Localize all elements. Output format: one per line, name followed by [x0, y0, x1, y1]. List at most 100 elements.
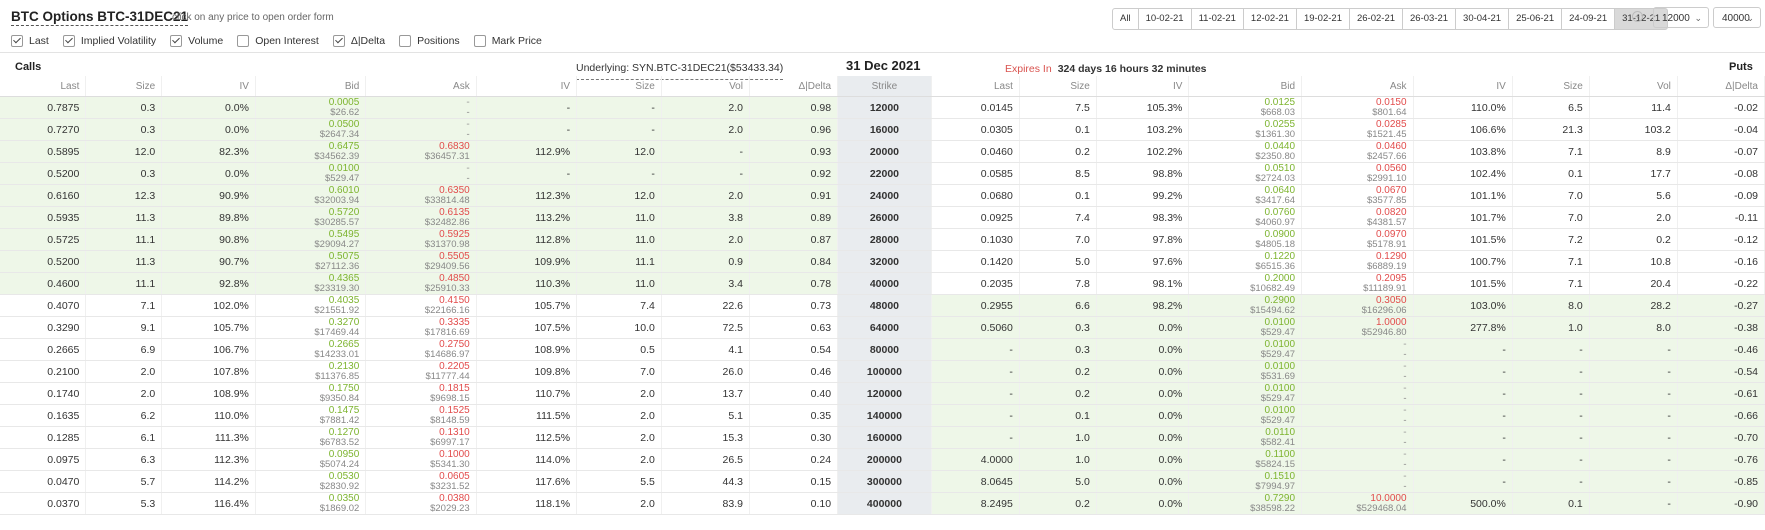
c-bid-cell[interactable]: 0.4035 $21551.92: [255, 294, 367, 317]
c-last-cell[interactable]: 0.2100: [0, 360, 87, 383]
expiry-date[interactable]: 31 Dec 2021: [846, 58, 921, 77]
p-bid-price[interactable]: 0.0100: [1189, 317, 1295, 328]
p-bid-cell[interactable]: 0.7290 $38598.22: [1188, 492, 1303, 515]
filter-positions[interactable]: Positions: [399, 35, 460, 47]
p-ask-price[interactable]: -: [1302, 427, 1406, 438]
c-bid-price[interactable]: 0.3270: [256, 317, 360, 328]
p-bid-price[interactable]: 0.0100: [1189, 383, 1295, 394]
c-bid-price[interactable]: 0.6010: [256, 185, 360, 196]
p-last-cell[interactable]: 4.0000: [931, 448, 1020, 471]
p-ask-price[interactable]: -: [1302, 405, 1406, 416]
c-bid-price[interactable]: 0.5495: [256, 229, 360, 240]
p-last-cell[interactable]: -: [931, 382, 1020, 405]
c-ask-price[interactable]: 0.0380: [366, 493, 470, 504]
p-ask-price[interactable]: 1.0000: [1302, 317, 1407, 328]
p-bid-cell[interactable]: 0.1100 $5824.15: [1188, 448, 1303, 471]
p-ask-cell[interactable]: 0.2095 $11189.91: [1301, 272, 1414, 295]
c-bid-price[interactable]: 0.0530: [256, 471, 360, 482]
c-ask-price[interactable]: 0.0605: [366, 471, 470, 482]
p-ask-price[interactable]: 10.0000: [1302, 493, 1406, 504]
c-last-cell[interactable]: 0.4600: [0, 272, 87, 295]
p-ask-cell[interactable]: 0.0820 $4381.57: [1301, 206, 1414, 229]
c-last-cell[interactable]: 0.3290: [0, 316, 87, 339]
p-ask-cell[interactable]: --: [1301, 448, 1414, 471]
c-ask-cell[interactable]: 0.4150 $22166.16: [365, 294, 477, 317]
p-bid-cell[interactable]: 0.0100 $531.69: [1188, 360, 1303, 383]
filter-delta[interactable]: Δ|Delta: [332, 35, 385, 47]
p-last-cell[interactable]: 0.0305: [931, 118, 1020, 141]
p-ask-cell[interactable]: --: [1301, 404, 1414, 427]
c-bid-price[interactable]: 0.2130: [256, 361, 360, 372]
c-ask-price[interactable]: 0.6830: [366, 141, 470, 152]
c-last-cell[interactable]: 0.1740: [0, 382, 87, 405]
p-bid-price[interactable]: 0.0110: [1189, 427, 1295, 438]
p-ask-price[interactable]: -: [1302, 471, 1406, 482]
p-ask-price[interactable]: -: [1302, 449, 1406, 460]
c-last-cell[interactable]: 0.7270: [0, 118, 87, 141]
c-ask-price[interactable]: -: [366, 119, 469, 130]
p-bid-cell[interactable]: 0.0640 $3417.64: [1188, 184, 1303, 207]
p-bid-cell[interactable]: 0.0110 $582.41: [1188, 426, 1303, 449]
checkbox-icon[interactable]: [11, 35, 23, 47]
c-ask-price[interactable]: 0.5505: [366, 251, 470, 262]
p-bid-price[interactable]: 0.7290: [1189, 493, 1295, 504]
p-ask-price[interactable]: 0.3050: [1302, 295, 1407, 306]
tab-expiry-30-04-21[interactable]: 30-04-21: [1455, 8, 1510, 30]
p-bid-price[interactable]: 0.0100: [1189, 405, 1295, 416]
p-ask-cell[interactable]: 0.0970 $5178.91: [1301, 228, 1414, 251]
p-ask-price[interactable]: 0.0150: [1302, 97, 1407, 108]
c-bid-price[interactable]: 0.1270: [256, 427, 360, 438]
c-bid-cell[interactable]: 0.1750 $9350.84: [255, 382, 367, 405]
c-last-cell[interactable]: 0.7875: [0, 96, 87, 119]
c-last-cell[interactable]: 0.6160: [0, 184, 87, 207]
p-last-cell[interactable]: 0.5060: [931, 316, 1020, 339]
p-last-cell[interactable]: -: [931, 360, 1020, 383]
c-last-cell[interactable]: 0.5200: [0, 162, 87, 185]
tab-expiry-All[interactable]: All: [1112, 8, 1139, 30]
c-bid-cell[interactable]: 0.0530 $2830.92: [255, 470, 367, 493]
tab-expiry-25-06-21[interactable]: 25-06-21: [1508, 8, 1563, 30]
c-bid-price[interactable]: 0.0005: [256, 97, 360, 108]
c-bid-cell[interactable]: 0.0950 $5074.24: [255, 448, 367, 471]
p-bid-cell[interactable]: 0.0440 $2350.80: [1188, 140, 1303, 163]
c-bid-cell[interactable]: 0.2665 $14233.01: [255, 338, 367, 361]
c-bid-price[interactable]: 0.0950: [256, 449, 360, 460]
c-bid-price[interactable]: 0.5720: [256, 207, 360, 218]
p-bid-cell[interactable]: 0.0760 $4060.97: [1188, 206, 1303, 229]
p-bid-cell[interactable]: 0.0510 $2724.03: [1188, 162, 1303, 185]
p-ask-price[interactable]: -: [1302, 361, 1406, 372]
c-ask-cell[interactable]: 0.6350 $33814.48: [365, 184, 477, 207]
p-last-cell[interactable]: 0.2035: [931, 272, 1020, 295]
c-last-cell[interactable]: 0.5725: [0, 228, 87, 251]
filter-implied-volatility[interactable]: Implied Volatility: [62, 35, 156, 47]
p-last-cell[interactable]: 8.2495: [931, 492, 1020, 515]
p-ask-cell[interactable]: 1.0000 $52946.80: [1301, 316, 1414, 339]
p-last-cell[interactable]: -: [931, 338, 1020, 361]
p-ask-price[interactable]: 0.0285: [1302, 119, 1407, 130]
p-bid-price[interactable]: 0.1510: [1189, 471, 1295, 482]
p-ask-cell[interactable]: 0.3050 $16296.06: [1301, 294, 1414, 317]
c-bid-cell[interactable]: 0.2130 $11376.85: [255, 360, 367, 383]
p-ask-cell[interactable]: 0.0670 $3577.85: [1301, 184, 1414, 207]
p-ask-cell[interactable]: 0.0150 $801.64: [1301, 96, 1414, 119]
add-expiry-icon[interactable]: +: [1632, 11, 1643, 22]
c-bid-cell[interactable]: 0.5495 $29094.27: [255, 228, 367, 251]
p-ask-price[interactable]: 0.0670: [1302, 185, 1407, 196]
p-bid-price[interactable]: 0.1220: [1189, 251, 1295, 262]
p-bid-cell[interactable]: 0.1220 $6515.36: [1188, 250, 1303, 273]
c-bid-price[interactable]: 0.0100: [256, 163, 360, 174]
c-ask-cell[interactable]: 0.1000 $5341.30: [365, 448, 477, 471]
filter-last[interactable]: Last: [11, 35, 49, 47]
c-last-cell[interactable]: 0.2665: [0, 338, 87, 361]
c-ask-cell[interactable]: 0.2205 $11777.44: [365, 360, 477, 383]
p-last-cell[interactable]: 8.0645: [931, 470, 1020, 493]
checkbox-icon[interactable]: [170, 35, 183, 47]
c-bid-price[interactable]: 0.4365: [256, 273, 360, 284]
p-last-cell[interactable]: 0.0460: [931, 140, 1020, 163]
c-ask-price[interactable]: -: [366, 163, 469, 174]
p-last-cell[interactable]: 0.0680: [931, 184, 1020, 207]
p-last-cell[interactable]: -: [931, 426, 1020, 449]
c-last-cell[interactable]: 0.4070: [0, 294, 87, 317]
c-ask-price[interactable]: 0.1310: [366, 427, 470, 438]
c-ask-price[interactable]: 0.6135: [366, 207, 470, 218]
